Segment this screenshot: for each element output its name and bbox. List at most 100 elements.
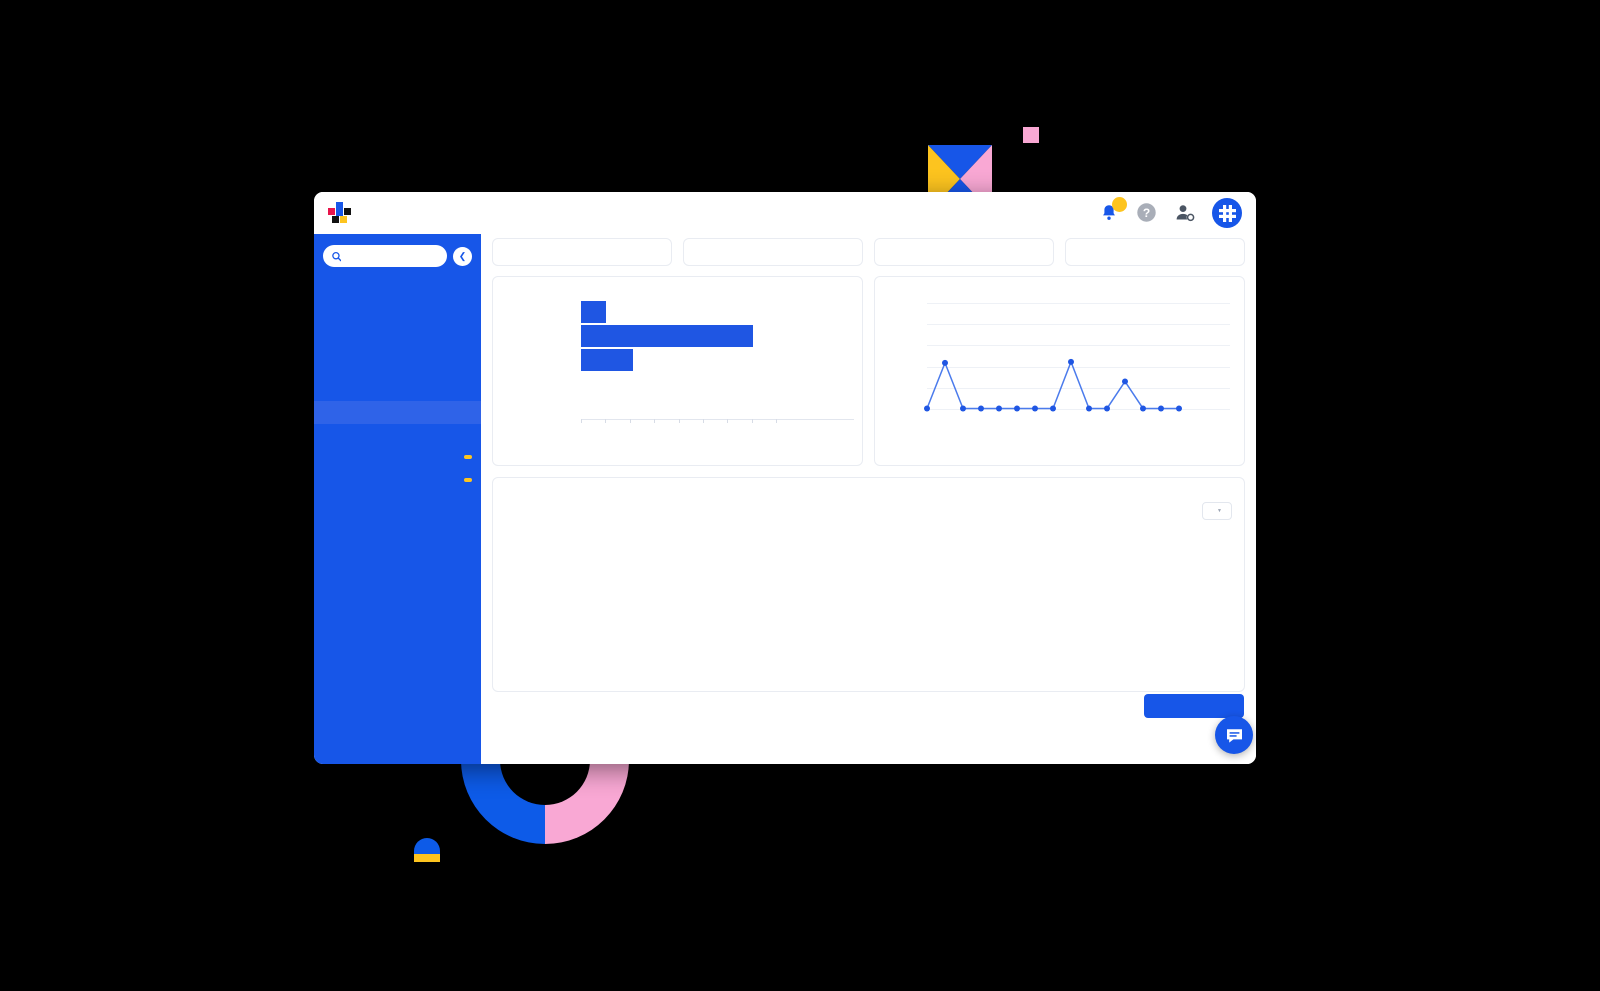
chat-bubble-icon[interactable]: [1215, 716, 1253, 754]
bar-row: [581, 301, 612, 323]
sidebar-search-row: ❮: [314, 245, 481, 267]
x-axis-label: [1027, 418, 1055, 446]
x-axis-label: [1009, 418, 1037, 446]
x-axis-label: [730, 429, 751, 450]
bar-row: [581, 397, 587, 419]
search-box[interactable]: [323, 245, 447, 267]
app-logo-button[interactable]: [1212, 198, 1242, 228]
line-series: [924, 358, 1182, 412]
x-axis-tick: [702, 419, 704, 423]
sidebar-item-modules[interactable]: [314, 604, 481, 627]
preview-badge: [464, 477, 472, 482]
sidebar-item-recovery[interactable]: [314, 378, 481, 401]
added-data-card: [874, 276, 1245, 466]
x-axis-label: [1081, 418, 1109, 446]
x-axis-label: [955, 418, 983, 446]
x-axis-label: [919, 418, 947, 446]
decorative-small-pill: [414, 838, 440, 862]
category-label: [517, 332, 575, 390]
file-type-chart-title: [493, 478, 1244, 488]
x-axis-label: [937, 418, 965, 446]
x-axis-tick: [581, 419, 582, 423]
x-axis-tick: [654, 419, 656, 423]
x-axis-tick: [605, 419, 607, 423]
category-label: [517, 404, 575, 462]
x-axis-label: [1045, 418, 1073, 446]
x-axis-label: [755, 429, 776, 450]
x-axis-label: [1117, 418, 1145, 446]
sidebar-item-search[interactable]: [314, 332, 481, 355]
bar-row: [581, 373, 587, 395]
help-circle-icon[interactable]: ?: [1136, 202, 1158, 224]
search-input[interactable]: [347, 250, 438, 262]
x-axis-label: [1153, 418, 1181, 446]
x-axis-tick: [751, 419, 753, 423]
sidebar-item-dashboard[interactable]: [314, 288, 481, 311]
bar: [581, 349, 634, 371]
x-axis-label: [901, 418, 929, 446]
x-axis-tick: [629, 419, 631, 423]
sidebar-item-pulse[interactable]: [314, 558, 481, 581]
sidebar-item-audit[interactable]: [314, 355, 481, 378]
panzura-logo-icon: [328, 201, 351, 225]
x-axis-label: [657, 429, 678, 450]
x-axis-tick: [776, 419, 777, 423]
x-axis-label: [682, 429, 703, 450]
sidebar-item-analytics[interactable]: [314, 401, 481, 424]
x-axis-label: [1063, 418, 1091, 446]
file-type-chart-plot: [493, 494, 1244, 662]
brand: [328, 201, 358, 225]
x-axis-label: [560, 429, 581, 450]
kpi-card: [683, 238, 863, 266]
x-axis-label: [991, 418, 1019, 446]
bar-row: [581, 325, 759, 347]
x-axis-label: [609, 429, 630, 450]
x-axis-line: [581, 419, 854, 420]
sidebar-item-datasets[interactable]: [314, 445, 481, 468]
panzura-mark-icon: [1218, 204, 1236, 222]
x-axis-label: [584, 429, 605, 450]
category-label: [517, 308, 575, 366]
added-data-chart-plot: [875, 297, 1244, 449]
main-content: ▼: [481, 234, 1256, 764]
x-axis-label: [1135, 418, 1163, 446]
sidebar: ❮: [314, 234, 481, 764]
x-axis-tick: [678, 419, 680, 423]
x-axis-label: [633, 429, 654, 450]
kpi-card: [1065, 238, 1245, 266]
download-button[interactable]: [1144, 694, 1244, 718]
category-label: [517, 380, 575, 438]
sidebar-item-quotas[interactable]: [314, 491, 481, 514]
kpi-card: [492, 238, 672, 266]
sidebar-nav: [314, 288, 481, 627]
category-label: [517, 356, 575, 414]
file-size-distribution-card: [492, 276, 863, 466]
sidebar-item-tasks[interactable]: [314, 514, 481, 537]
header-actions: ?: [1098, 197, 1242, 228]
charts-row: [492, 276, 1245, 466]
bell-icon[interactable]: [1098, 197, 1127, 224]
app-window: ? ❮ ▼: [314, 192, 1256, 764]
kpi-row: [492, 234, 1245, 266]
chevron-left-icon[interactable]: ❮: [453, 246, 472, 266]
svg-text:?: ?: [1143, 206, 1150, 220]
x-axis-label: [706, 429, 727, 450]
bar-row: [581, 349, 639, 371]
footer: [481, 734, 1256, 764]
notification-badge: [1112, 197, 1127, 212]
decorative-pink-square: [1023, 127, 1039, 143]
sidebar-item-alerts[interactable]: [314, 581, 481, 604]
bar: [581, 325, 753, 347]
bar: [581, 301, 606, 323]
x-axis-tick: [727, 419, 729, 423]
sidebar-item-cloudfs-nodes[interactable]: [314, 468, 481, 491]
file-size-chart-title: [493, 277, 862, 287]
x-axis-label: [1099, 418, 1127, 446]
preview-badge: [464, 454, 472, 459]
user-settings-icon[interactable]: [1174, 202, 1196, 224]
kpi-card: [874, 238, 1054, 266]
app-header: ?: [314, 192, 1256, 234]
file-type-distribution-card: ▼: [492, 477, 1245, 692]
search-icon: [332, 251, 342, 261]
page-background: ? ❮ ▼: [0, 0, 1600, 991]
